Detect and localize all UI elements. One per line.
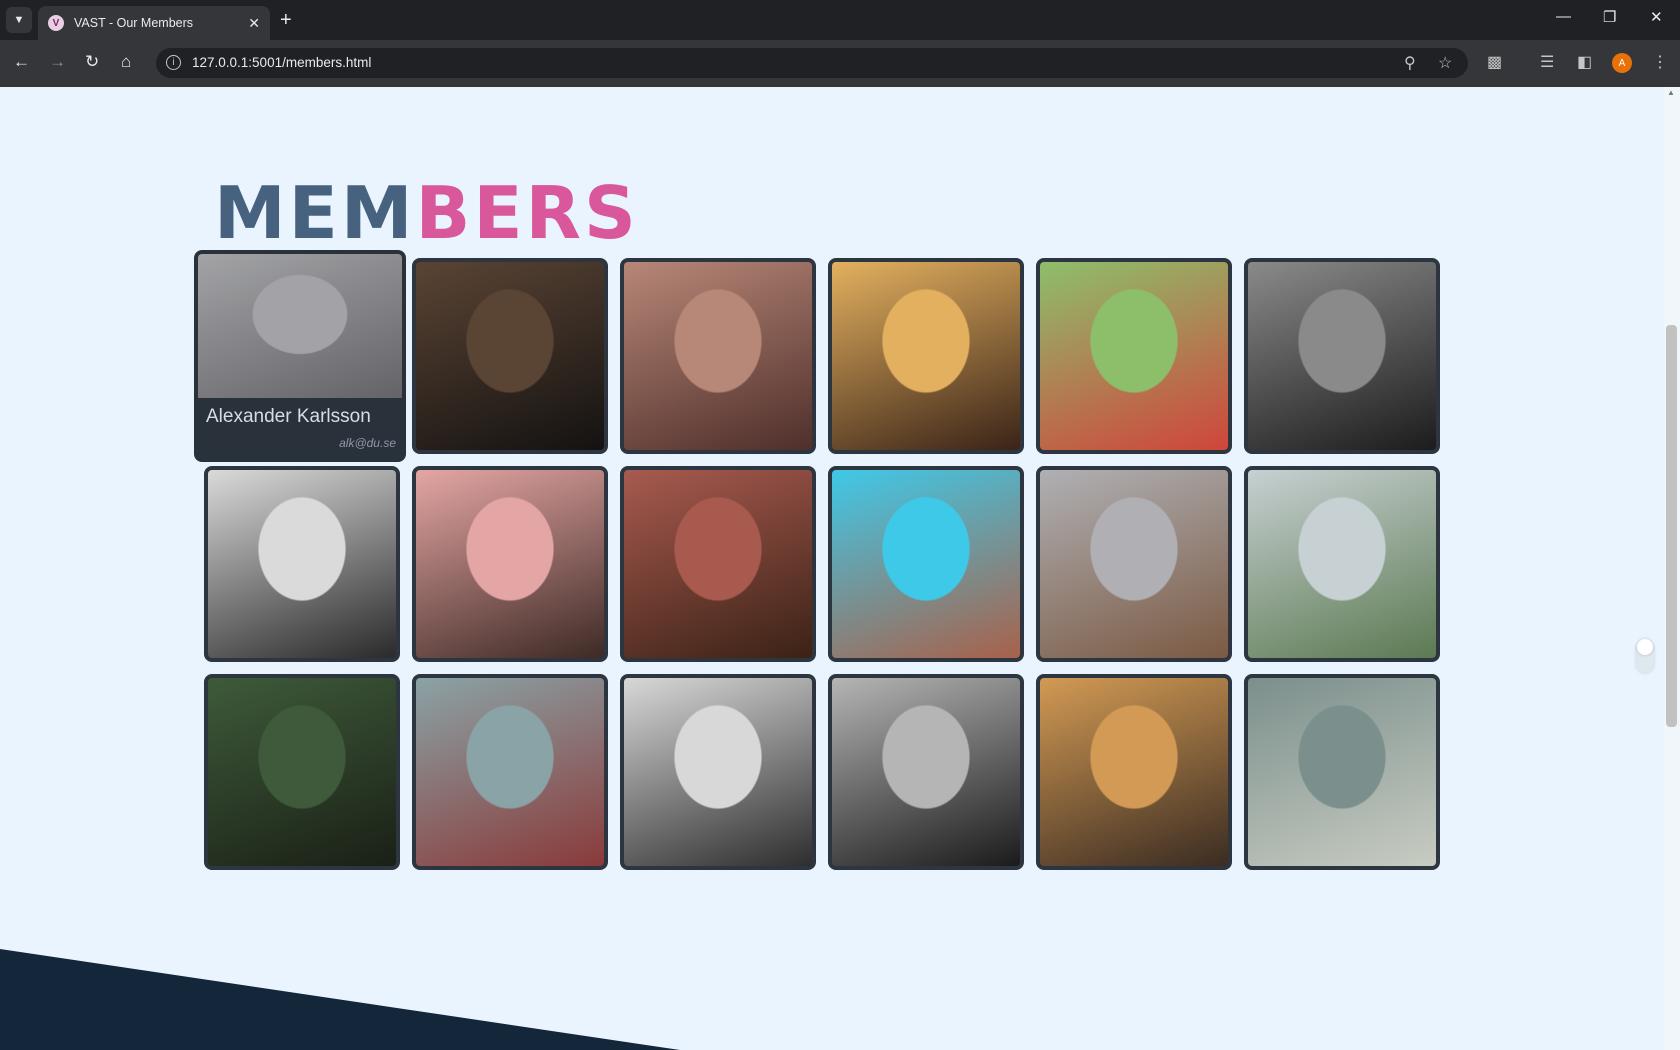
tab-search-button[interactable]: ▼	[6, 7, 32, 33]
scrollbar-thumb[interactable]	[1666, 325, 1677, 727]
member-card[interactable]	[1244, 466, 1440, 662]
profile-avatar[interactable]: A	[1612, 53, 1632, 73]
member-card[interactable]	[1036, 674, 1232, 870]
member-card[interactable]	[1244, 674, 1440, 870]
member-photo	[1040, 470, 1228, 658]
member-card[interactable]	[412, 258, 608, 454]
member-card[interactable]	[1036, 258, 1232, 454]
member-photo	[1248, 470, 1436, 658]
member-photo	[198, 254, 402, 398]
member-email: alk@du.se	[339, 436, 396, 450]
member-card[interactable]	[620, 466, 816, 662]
member-photo	[624, 678, 812, 866]
member-card[interactable]	[204, 674, 400, 870]
drag-handle[interactable]	[1636, 639, 1654, 673]
scroll-up-arrow-icon[interactable]: ▲	[1667, 88, 1675, 97]
member-photo	[1248, 678, 1436, 866]
url-text[interactable]: 127.0.0.1:5001/members.html	[192, 55, 371, 70]
member-card[interactable]	[620, 674, 816, 870]
media-controls-icon[interactable]: ☰	[1540, 52, 1554, 72]
member-photo	[624, 470, 812, 658]
back-icon[interactable]: ←	[13, 52, 30, 72]
page-title: MEMBERS	[214, 173, 639, 253]
members-page: MEMBERS Alexander Karlsson alk@du.se	[0, 87, 1664, 1050]
browser-tab-bar: ▼ V VAST - Our Members ✕ + — ❐ ✕	[0, 0, 1680, 40]
member-photo	[208, 678, 396, 866]
bookmark-star-icon[interactable]: ☆	[1438, 53, 1452, 73]
member-card[interactable]	[1244, 258, 1440, 454]
minimize-icon[interactable]: —	[1556, 8, 1571, 25]
member-card[interactable]	[412, 466, 608, 662]
member-card[interactable]: Alexander Karlsson alk@du.se	[194, 250, 406, 462]
member-photo	[416, 470, 604, 658]
reload-icon[interactable]: ↻	[85, 52, 99, 72]
member-card[interactable]	[828, 674, 1024, 870]
home-icon[interactable]: ⌂	[121, 52, 131, 72]
member-photo	[1040, 262, 1228, 450]
menu-icon[interactable]: ⋮	[1652, 52, 1668, 72]
member-photo	[832, 470, 1020, 658]
page-title-part1: MEM	[214, 171, 416, 255]
browser-toolbar: ← → ↻ ⌂ i 127.0.0.1:5001/members.html ⚲ …	[0, 40, 1680, 87]
member-card[interactable]	[1036, 466, 1232, 662]
member-photo	[624, 262, 812, 450]
extensions-icon[interactable]: ▩	[1487, 52, 1502, 72]
member-photo	[416, 262, 604, 450]
member-photo	[208, 470, 396, 658]
member-photo	[832, 262, 1020, 450]
restore-icon[interactable]: ❐	[1603, 8, 1616, 26]
side-panel-icon[interactable]: ◧	[1577, 52, 1592, 72]
zoom-icon[interactable]: ⚲	[1404, 53, 1416, 73]
address-bar[interactable]: i 127.0.0.1:5001/members.html ⚲ ☆	[156, 48, 1468, 78]
close-tab-icon[interactable]: ✕	[248, 15, 260, 32]
member-photo	[1040, 678, 1228, 866]
page-title-part2: BERS	[415, 171, 639, 255]
member-card[interactable]	[412, 674, 608, 870]
member-card[interactable]	[620, 258, 816, 454]
forward-icon[interactable]: →	[49, 52, 66, 72]
window-close-icon[interactable]: ✕	[1650, 8, 1663, 26]
tab-active[interactable]: V VAST - Our Members ✕	[38, 6, 270, 40]
member-card[interactable]	[828, 258, 1024, 454]
tab-title: VAST - Our Members	[74, 16, 194, 30]
member-card[interactable]	[204, 466, 400, 662]
member-photo	[832, 678, 1020, 866]
site-info-icon[interactable]: i	[166, 55, 181, 70]
chevron-down-icon: ▼	[13, 14, 25, 26]
favicon-icon: V	[48, 15, 64, 31]
member-photo	[416, 678, 604, 866]
member-photo	[1248, 262, 1436, 450]
new-tab-button[interactable]: +	[280, 8, 292, 32]
member-card[interactable]	[828, 466, 1024, 662]
member-name: Alexander Karlsson	[206, 406, 371, 427]
